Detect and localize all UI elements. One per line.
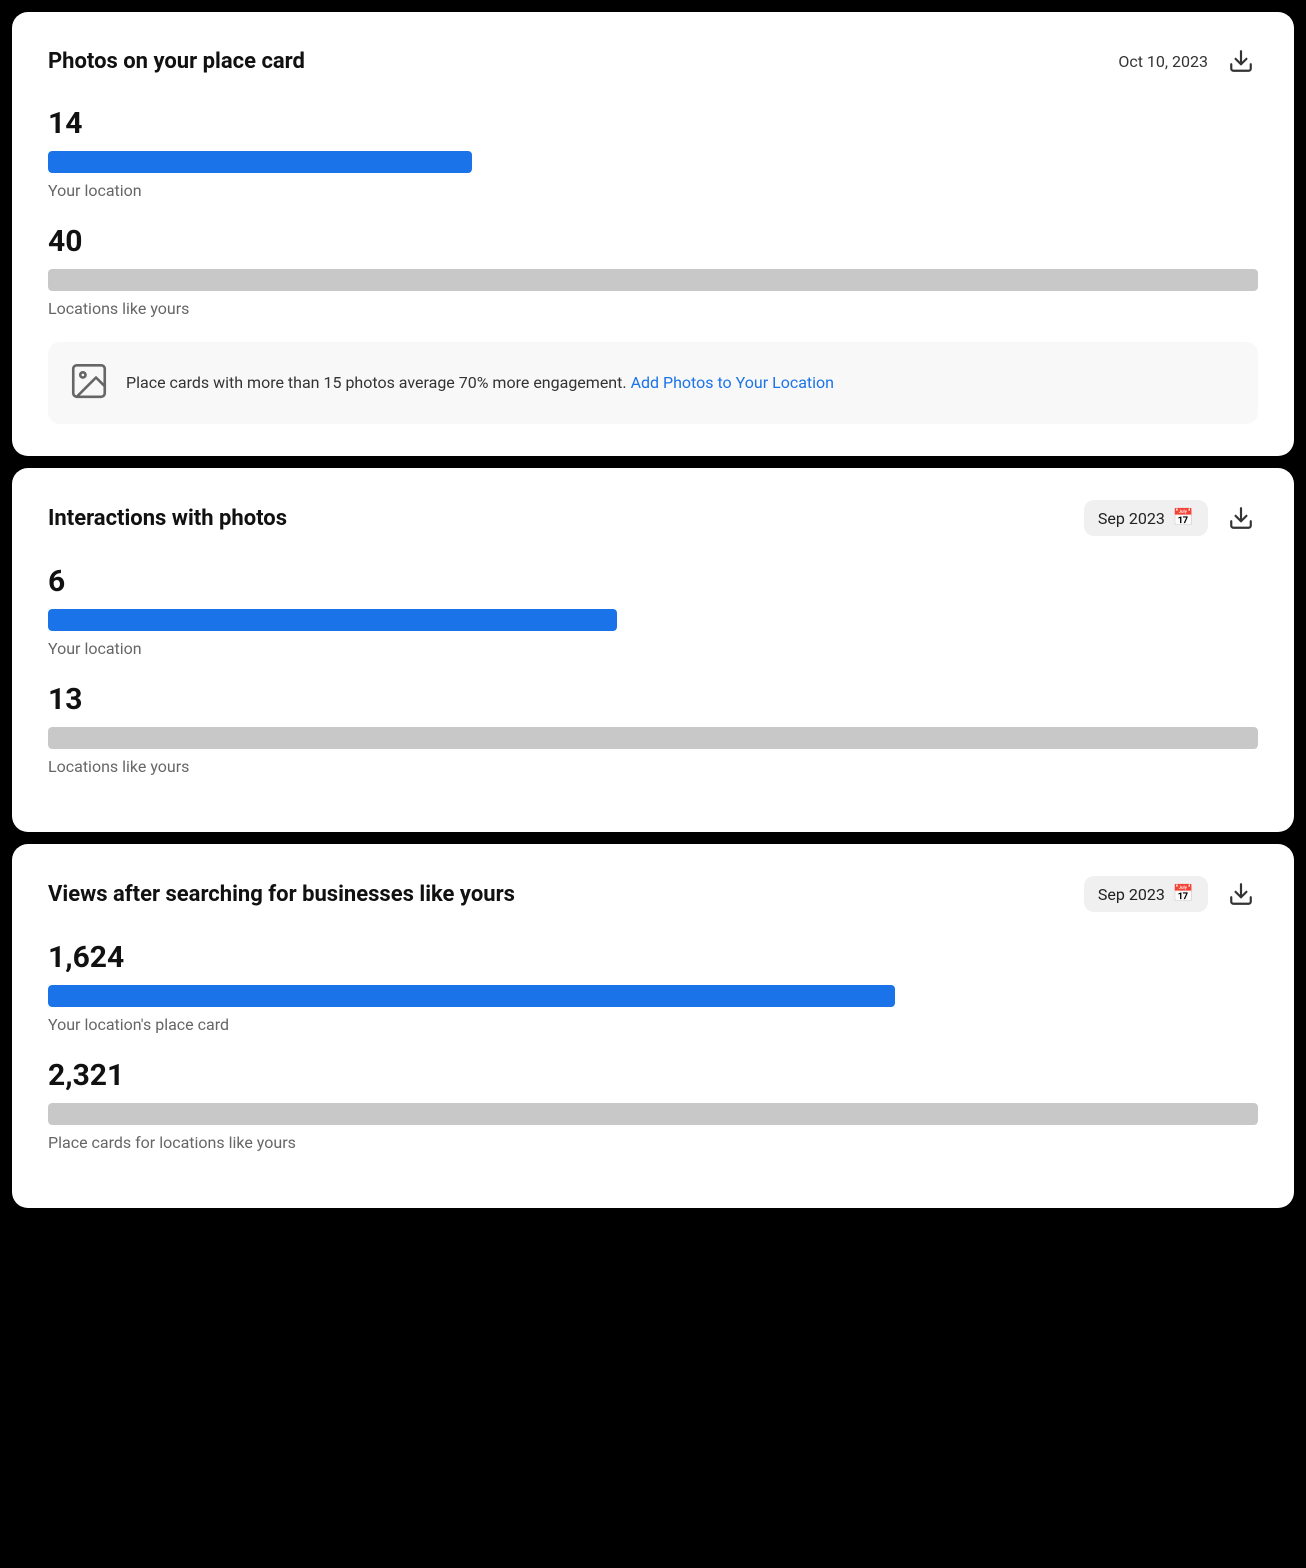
blue-bar: [48, 985, 895, 1007]
bar-label: Your location's place card: [48, 1015, 1258, 1034]
metric-value: 13: [48, 682, 1258, 717]
metric-value: 1,624: [48, 940, 1258, 975]
card-header-right: Sep 2023 📅: [1084, 876, 1258, 912]
info-text: Place cards with more than 15 photos ave…: [126, 371, 834, 395]
add-photos-link[interactable]: Add Photos to Your Location: [631, 373, 834, 392]
bar-container-1: [48, 727, 1258, 749]
calendar-icon: 📅: [1173, 884, 1194, 904]
metric-section-0: 1,624 Your location's place card: [48, 940, 1258, 1034]
card-views-searching: Views after searching for businesses lik…: [12, 844, 1294, 1208]
blue-bar: [48, 609, 617, 631]
bar-container-0: [48, 151, 1258, 173]
card-header-right: Sep 2023 📅: [1084, 500, 1258, 536]
card-header: Photos on your place card Oct 10, 2023: [48, 44, 1258, 78]
card-header: Interactions with photos Sep 2023 📅: [48, 500, 1258, 536]
card-title: Views after searching for businesses lik…: [48, 882, 515, 907]
download-icon: [1228, 505, 1254, 531]
bar-container-1: [48, 1103, 1258, 1125]
bar-label: Your location: [48, 639, 1258, 658]
bar-label: Your location: [48, 181, 1258, 200]
bar-container-1: [48, 269, 1258, 291]
card-title: Photos on your place card: [48, 49, 305, 74]
metric-value: 14: [48, 106, 1258, 141]
card-header-right: Oct 10, 2023: [1118, 44, 1258, 78]
metric-section-1: 40 Locations like yours: [48, 224, 1258, 318]
metric-section-1: 13 Locations like yours: [48, 682, 1258, 776]
gray-bar: [48, 727, 1258, 749]
metric-section-0: 14 Your location: [48, 106, 1258, 200]
metric-section-0: 6 Your location: [48, 564, 1258, 658]
card-header: Views after searching for businesses lik…: [48, 876, 1258, 912]
date-badge[interactable]: Sep 2023 📅: [1084, 876, 1208, 912]
download-button[interactable]: [1224, 877, 1258, 911]
metric-value: 2,321: [48, 1058, 1258, 1093]
metric-value: 6: [48, 564, 1258, 599]
gray-bar: [48, 1103, 1258, 1125]
date-badge[interactable]: Sep 2023 📅: [1084, 500, 1208, 536]
date-text: Sep 2023: [1098, 885, 1165, 904]
card-title: Interactions with photos: [48, 506, 287, 531]
info-box: Place cards with more than 15 photos ave…: [48, 342, 1258, 424]
download-button[interactable]: [1224, 501, 1258, 535]
blue-bar: [48, 151, 472, 173]
metric-section-1: 2,321 Place cards for locations like your…: [48, 1058, 1258, 1152]
date-text: Sep 2023: [1098, 509, 1165, 528]
bar-container-0: [48, 609, 1258, 631]
calendar-icon: 📅: [1173, 508, 1194, 528]
bar-label: Locations like yours: [48, 299, 1258, 318]
bar-container-0: [48, 985, 1258, 1007]
metric-value: 40: [48, 224, 1258, 259]
card-photos-place-card: Photos on your place card Oct 10, 2023 14…: [12, 12, 1294, 456]
bar-label: Place cards for locations like yours: [48, 1133, 1258, 1152]
download-icon: [1228, 881, 1254, 907]
bar-label: Locations like yours: [48, 757, 1258, 776]
photos-icon: [68, 360, 110, 406]
card-interactions-photos: Interactions with photos Sep 2023 📅 6 Your …: [12, 468, 1294, 832]
download-button[interactable]: [1224, 44, 1258, 78]
date-text: Oct 10, 2023: [1118, 52, 1208, 71]
download-icon: [1228, 48, 1254, 74]
gray-bar: [48, 269, 1258, 291]
